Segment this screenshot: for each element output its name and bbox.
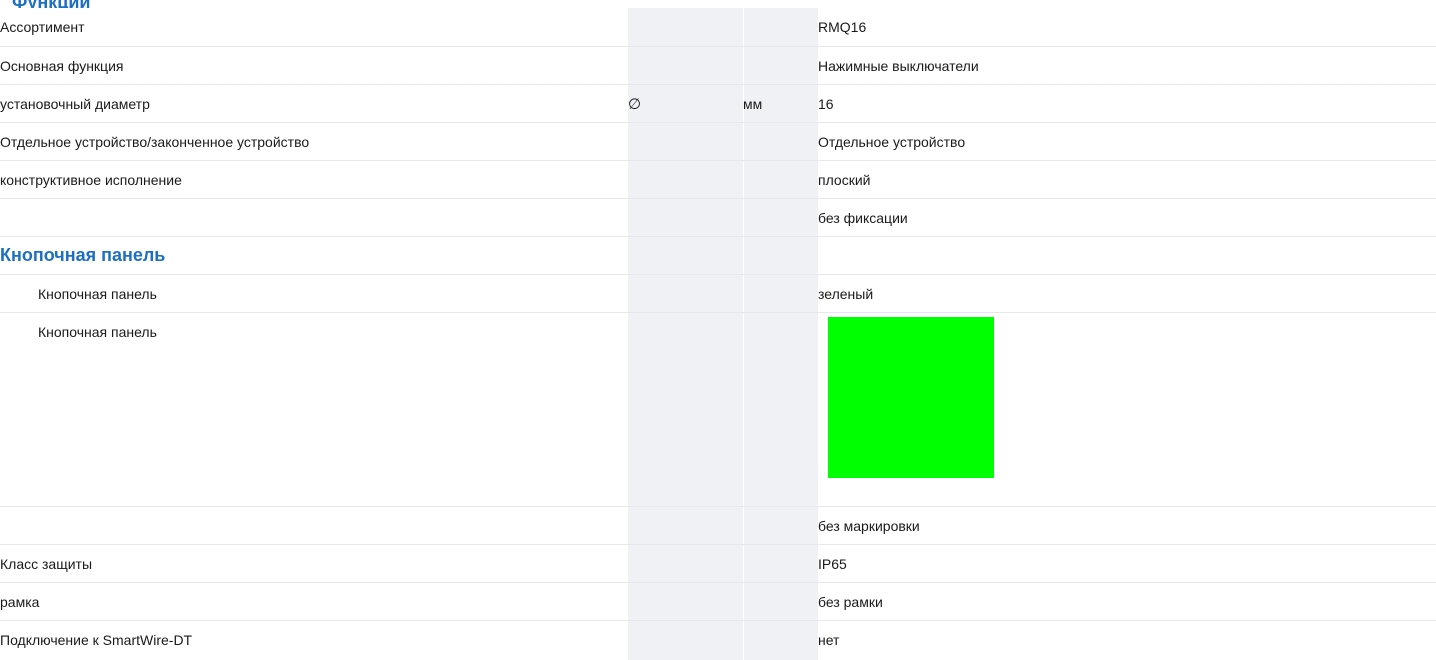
row-label: Подключение к SmartWire-DT [0, 631, 193, 648]
row-value: без маркировки [818, 506, 1436, 545]
row-label: конструктивное исполнение [0, 160, 628, 199]
row-value: без рамки [818, 582, 1436, 621]
row-unit [743, 46, 818, 85]
row-value: зеленый [818, 274, 1436, 313]
diameter-symbol: ∅ [628, 94, 642, 113]
row-unit: мм [743, 84, 818, 123]
table-row: рамка без рамки [0, 582, 1436, 621]
table-row: Основная функция Нажимные выключатели [0, 46, 1436, 85]
row-label: установочный диаметр [0, 84, 628, 123]
row-value: Нажимные выключатели [818, 46, 1436, 85]
section-header-fragment: Функции [12, 0, 90, 8]
table-row: Подключение к SmartWire-DT нет [0, 620, 1436, 658]
row-label [0, 506, 628, 545]
row-value: без фиксации [818, 198, 1436, 237]
row-value: IP65 [818, 544, 1436, 583]
row-symbol [628, 8, 743, 47]
row-symbol: ∅ [628, 84, 743, 123]
row-value: плоский [818, 160, 1436, 199]
spec-table: Ассортимент RMQ16 Основная функция Нажим… [0, 8, 1436, 658]
table-row: без фиксации [0, 198, 1436, 237]
row-label: Кнопочная панель [0, 274, 628, 313]
row-value: Отдельное устройство [818, 122, 1436, 161]
row-unit [743, 8, 818, 47]
color-swatch [828, 316, 994, 478]
table-row: установочный диаметр ∅ мм 16 [0, 84, 1436, 123]
section-header-cutoff: Функции [0, 0, 1436, 8]
table-row: Кнопочная панель [0, 312, 1436, 507]
section-title: Кнопочная панель [0, 236, 628, 275]
row-unit [743, 198, 818, 237]
row-value: RMQ16 [818, 8, 1436, 47]
row-symbol [628, 122, 743, 161]
table-row: Кнопочная панель зеленый [0, 274, 1436, 313]
table-row: Класс защиты IP65 [0, 544, 1436, 583]
row-label: рамка [0, 582, 628, 621]
row-symbol [628, 160, 743, 199]
table-row: Отдельное устройство/законченное устройс… [0, 122, 1436, 161]
row-label: Кнопочная панель [0, 312, 628, 507]
row-label: Ассортимент [0, 8, 628, 47]
row-value: нет [818, 631, 840, 648]
table-row: без маркировки [0, 506, 1436, 545]
row-value: 16 [818, 84, 1436, 123]
row-symbol [628, 198, 743, 237]
row-symbol [628, 46, 743, 85]
row-unit [743, 160, 818, 199]
section-header-row: Кнопочная панель [0, 236, 1436, 275]
table-row: конструктивное исполнение плоский [0, 160, 1436, 199]
row-label: Отдельное устройство/законченное устройс… [0, 122, 628, 161]
row-label [0, 198, 628, 237]
row-label: Класс защиты [0, 544, 628, 583]
row-unit [743, 122, 818, 161]
row-label: Основная функция [0, 46, 628, 85]
table-row: Ассортимент RMQ16 [0, 8, 1436, 47]
